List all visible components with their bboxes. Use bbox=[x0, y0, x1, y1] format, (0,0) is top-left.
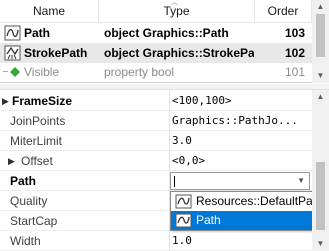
property-name: StartCap bbox=[10, 214, 58, 228]
property-name: MiterLimit bbox=[10, 134, 63, 148]
row-name: StrokePath bbox=[24, 46, 88, 60]
property-value[interactable]: <100,100> bbox=[172, 91, 310, 111]
scroll-down-icon[interactable]: ▼ bbox=[312, 69, 329, 83]
table-header: Name Type ︿ Order bbox=[0, 0, 329, 23]
path-combobox[interactable]: ▼ bbox=[170, 172, 310, 190]
property-row-width[interactable]: Width 1.0 bbox=[0, 231, 312, 251]
property-row-miterlimit[interactable]: MiterLimit 3.0 bbox=[0, 131, 312, 151]
table-row[interactable]: Path object Graphics::Path 103 bbox=[0, 23, 312, 43]
stroke-path-icon bbox=[4, 45, 21, 61]
row-type: object Graphics::StrokePath bbox=[104, 46, 254, 60]
expand-arrow-icon[interactable]: ▶ bbox=[2, 91, 9, 111]
dropdown-option[interactable]: Resources::DefaultPath bbox=[171, 192, 323, 211]
property-value[interactable]: 3.0 bbox=[172, 131, 310, 151]
scroll-up-icon[interactable]: ▲ bbox=[312, 90, 329, 104]
row-name: Visible bbox=[24, 65, 60, 79]
diamond-icon bbox=[10, 67, 20, 77]
scrollbar-thumb[interactable] bbox=[316, 14, 325, 57]
property-value[interactable]: <0,0> bbox=[172, 151, 310, 171]
row-order: 102 bbox=[284, 46, 305, 60]
property-name: Width bbox=[10, 234, 41, 248]
sort-indicator-icon: ︿ bbox=[171, 0, 178, 6]
row-type: property bool bbox=[104, 65, 175, 79]
option-label: Resources::DefaultPath bbox=[196, 194, 323, 208]
scrollbar-thumb[interactable] bbox=[316, 162, 325, 230]
text-caret bbox=[174, 176, 175, 187]
row-name: Path bbox=[24, 26, 51, 40]
table-row[interactable]: Visible property bool 101 bbox=[0, 62, 312, 82]
property-value[interactable]: 1.0 bbox=[172, 231, 310, 251]
property-scrollbar[interactable]: ▲ ▼ bbox=[312, 90, 329, 251]
path-icon bbox=[175, 213, 192, 228]
table-scrollbar[interactable]: ▲ ▼ bbox=[312, 0, 329, 83]
scroll-up-icon[interactable]: ▲ bbox=[312, 0, 329, 14]
property-name: FrameSize bbox=[12, 94, 73, 108]
option-label: Path bbox=[196, 213, 221, 227]
column-header-name[interactable]: Name bbox=[0, 0, 99, 23]
property-name: Offset bbox=[21, 154, 53, 168]
property-name: Quality bbox=[10, 194, 48, 208]
path-icon bbox=[175, 194, 192, 209]
path-icon bbox=[4, 25, 21, 41]
expand-arrow-icon[interactable]: ▶ bbox=[8, 151, 15, 171]
property-value[interactable]: Graphics::PathJo... bbox=[172, 111, 310, 131]
property-row-path[interactable]: Path ▼ bbox=[0, 171, 312, 191]
property-row-joinpoints[interactable]: JoinPoints Graphics::PathJo... bbox=[0, 111, 312, 131]
property-name: Path bbox=[10, 174, 37, 188]
row-order: 101 bbox=[284, 65, 305, 79]
path-dropdown-list: Resources::DefaultPath Path bbox=[170, 191, 323, 231]
property-row-framesize[interactable]: ▶ FrameSize <100,100> bbox=[0, 91, 312, 111]
dropdown-arrow-icon[interactable]: ▼ bbox=[297, 173, 305, 189]
row-order: 103 bbox=[284, 26, 305, 40]
property-row-offset[interactable]: ▶ Offset <0,0> bbox=[0, 151, 312, 171]
scroll-down-icon[interactable]: ▼ bbox=[312, 237, 329, 251]
object-table: Name Type ︿ Order Path object Graphics::… bbox=[0, 0, 329, 83]
property-name: JoinPoints bbox=[10, 114, 66, 128]
dropdown-option-selected[interactable]: Path bbox=[171, 211, 320, 230]
row-type: object Graphics::Path bbox=[104, 26, 229, 40]
tree-line bbox=[3, 71, 8, 72]
column-header-order[interactable]: Order bbox=[255, 0, 312, 23]
table-row[interactable]: StrokePath object Graphics::StrokePath 1… bbox=[0, 43, 312, 63]
